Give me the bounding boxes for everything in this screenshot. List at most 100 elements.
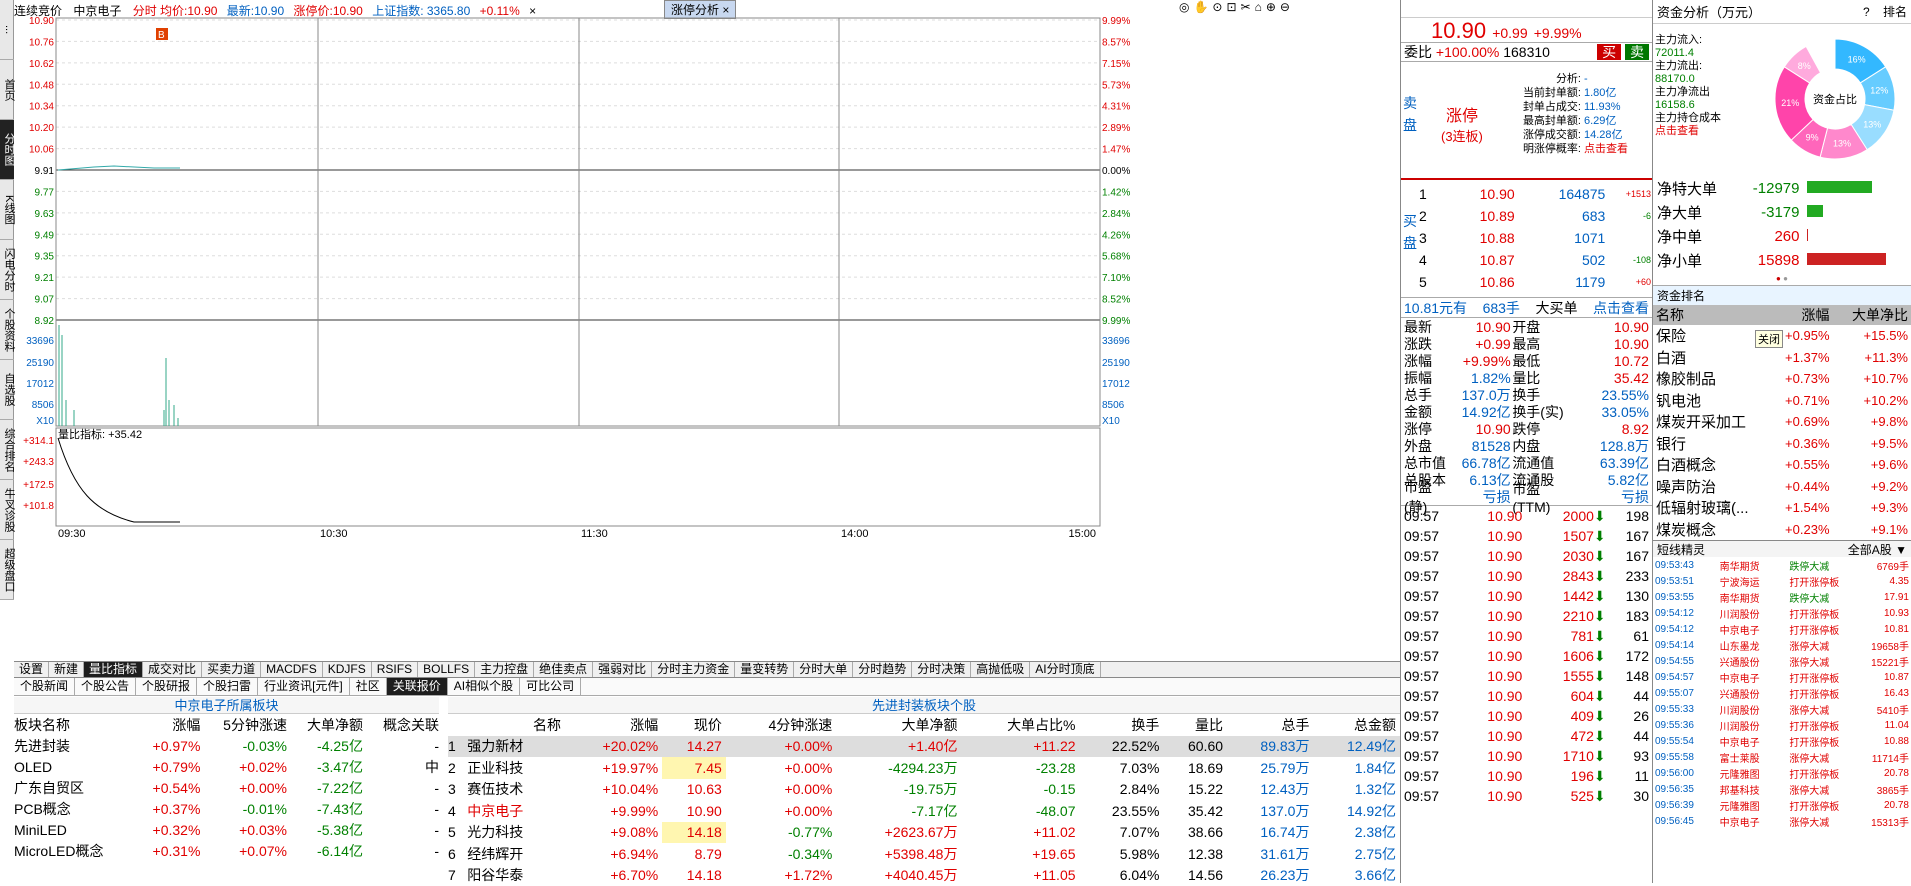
indicator-toolbar[interactable]: 设置新建量比指标成交对比买卖力道MACDFSKDJFSRSIFSBOLLFS主力…	[14, 661, 1400, 678]
indicator-tab[interactable]: 分时主力资金	[652, 662, 735, 677]
tick-list[interactable]: 09:5710.902000⬇19809:5710.901507⬇16709:5…	[1401, 505, 1652, 806]
left-tab-1[interactable]: 首页	[0, 60, 14, 120]
short-row[interactable]: 09:53:55南华期货跌停大减17.91	[1653, 589, 1911, 605]
stock-row[interactable]: 2正业科技+19.97%7.45+0.00%-4294.23万-23.287.0…	[448, 757, 1400, 779]
stock-header[interactable]: 换手	[1080, 714, 1164, 736]
short-row[interactable]: 09:55:07兴通股份打开涨停板16.43	[1653, 685, 1911, 701]
related-tab[interactable]: 个股研报	[136, 678, 197, 695]
left-tab-5[interactable]: 个股资料	[0, 300, 14, 360]
short-row[interactable]: 09:54:57中京电子打开涨停板10.87	[1653, 669, 1911, 685]
related-tab[interactable]: 可比公司	[520, 678, 581, 695]
left-tab-2[interactable]: 分时图	[0, 120, 14, 180]
fund-item-value[interactable]: 点击查看	[1655, 125, 1721, 138]
sector-header[interactable]: 5分钟涨速	[200, 714, 287, 735]
rank-header-cell[interactable]: 涨幅	[1770, 305, 1830, 325]
rank-row[interactable]: 低辐射玻璃(...+1.54%+9.3%	[1653, 497, 1911, 519]
related-tab[interactable]: 个股公告	[75, 678, 136, 695]
bid-row[interactable]: 410.87502-108	[1419, 249, 1651, 271]
rank-row[interactable]: 钒电池+0.71%+10.2%	[1653, 390, 1911, 412]
stock-table[interactable]: 名称涨幅现价4分钟涨速大单净额大单占比%换手量比总手总金额1强力新材+20.02…	[448, 714, 1400, 886]
indicator-tab[interactable]: 高抛低吸	[971, 662, 1030, 677]
short-row[interactable]: 09:54:55兴通股份涨停大减15221手	[1653, 653, 1911, 669]
short-row[interactable]: 09:56:00元隆雅图打开涨停板20.78	[1653, 765, 1911, 781]
stock-row[interactable]: 6经纬辉开+6.94%8.79-0.34%+5398.48万+19.655.98…	[448, 843, 1400, 865]
intraday-chart[interactable]: 连续竞价 中京电子 分时 均价:10.90 最新:10.90 涨停价:10.90…	[14, 0, 1400, 660]
short-row[interactable]: 09:56:39元隆雅图打开涨停板20.78	[1653, 797, 1911, 813]
sector-row[interactable]: MiniLED+0.32%+0.03%-5.38亿-	[14, 819, 439, 840]
short-row[interactable]: 09:53:51宁波海运打开涨停板4.35	[1653, 573, 1911, 589]
short-row[interactable]: 09:55:36川润股份打开涨停板11.04	[1653, 717, 1911, 733]
rank-header-cell[interactable]: 大单净比	[1833, 305, 1908, 325]
sector-table[interactable]: 板块名称涨幅5分钟涨速大单净额概念关联先进封装+0.97%-0.03%-4.25…	[14, 714, 439, 861]
indicator-tab[interactable]: KDJFS	[323, 662, 372, 677]
rank-row[interactable]: 煤炭概念+0.23%+9.1%	[1653, 519, 1911, 541]
stock-header[interactable]: 总金额	[1313, 714, 1400, 736]
rank-row[interactable]: 白酒概念+0.55%+9.6%	[1653, 454, 1911, 476]
left-tab-9[interactable]: 超级盘口	[0, 540, 14, 600]
indicator-tab[interactable]: 主力控盘	[475, 662, 534, 677]
indicator-tab[interactable]: 强弱对比	[593, 662, 652, 677]
indicator-tab[interactable]: 分时决策	[912, 662, 971, 677]
sector-row[interactable]: OLED+0.79%+0.02%-3.47亿中	[14, 756, 439, 777]
analysis-row[interactable]: 明涨停概率:点击查看	[1511, 142, 1628, 156]
stock-header[interactable]: 现价	[662, 714, 726, 736]
left-tab-0[interactable]: ...	[0, 0, 14, 60]
short-row[interactable]: 09:56:35邦基科技涨停大减3865手	[1653, 781, 1911, 797]
bid-book[interactable]: 110.90164875+1513210.89683-6310.88107141…	[1419, 183, 1651, 293]
related-tab[interactable]: 社区	[350, 678, 387, 695]
stock-header[interactable]: 名称	[467, 714, 565, 736]
indicator-tab[interactable]: AI分时顶底	[1030, 662, 1100, 677]
short-row[interactable]: 09:54:12中京电子打开涨停板10.81	[1653, 621, 1911, 637]
rank-row[interactable]: 煤炭开采加工+0.69%+9.8%	[1653, 411, 1911, 433]
sector-header[interactable]: 板块名称	[14, 714, 135, 735]
indicator-tab[interactable]: 分时大单	[794, 662, 853, 677]
help-icon[interactable]: ?	[1863, 5, 1870, 19]
short-row[interactable]: 09:53:43南华期货跌停大减6769手	[1653, 557, 1911, 573]
related-tab[interactable]: 个股扫雷	[197, 678, 258, 695]
bid-row[interactable]: 110.90164875+1513	[1419, 183, 1651, 205]
rank-row[interactable]: 白酒+1.37%+11.3%	[1653, 347, 1911, 369]
left-tab-8[interactable]: 牛叉诊股	[0, 480, 14, 540]
stock-header[interactable]: 大单占比%	[961, 714, 1079, 736]
stock-header[interactable]: 量比	[1163, 714, 1227, 736]
indicator-tab[interactable]: RSIFS	[372, 662, 418, 677]
short-row[interactable]: 09:54:14山东墨龙涨停大减19658手	[1653, 637, 1911, 653]
indicator-tab[interactable]: 新建	[49, 662, 84, 677]
indicator-tab[interactable]: MACDFS	[261, 662, 323, 677]
rank-link[interactable]: 排名	[1883, 5, 1907, 19]
bid-row[interactable]: 310.881071	[1419, 227, 1651, 249]
sector-header[interactable]: 概念关联	[363, 714, 439, 735]
left-tab-3[interactable]: K线图	[0, 180, 14, 240]
left-tab-7[interactable]: 综合排名	[0, 420, 14, 480]
stock-header[interactable]	[448, 714, 467, 736]
related-tabs[interactable]: 个股新闻个股公告个股研报个股扫雷行业资讯[元件]社区关联报价AI相似个股可比公司	[14, 678, 1400, 696]
indicator-tab[interactable]: 绝佳卖点	[534, 662, 593, 677]
stock-row[interactable]: 1强力新材+20.02%14.27+0.00%+1.40亿+11.2222.52…	[448, 736, 1400, 758]
rank-row[interactable]: 银行+0.36%+9.5%	[1653, 433, 1911, 455]
bid-row[interactable]: 510.861179+60	[1419, 271, 1651, 293]
page-dots[interactable]: ● ●	[1653, 274, 1911, 283]
stock-row[interactable]: 3赛伍技术+10.04%10.63+0.00%-19.75万-0.152.84%…	[448, 779, 1400, 801]
short-row[interactable]: 09:55:54中京电子打开涨停板10.88	[1653, 733, 1911, 749]
indicator-tab[interactable]: 量变转势	[735, 662, 794, 677]
related-tab[interactable]: 关联报价	[387, 678, 448, 695]
indicator-tab[interactable]: 成交对比	[143, 662, 202, 677]
indicator-tab[interactable]: 量比指标	[84, 662, 143, 677]
rank-header-cell[interactable]: 名称	[1656, 305, 1766, 325]
stock-row[interactable]: 5光力科技+9.08%14.18-0.77%+2623.67万+11.027.0…	[448, 822, 1400, 844]
rank-row[interactable]: 橡胶制品+0.73%+10.7%	[1653, 368, 1911, 390]
related-tab[interactable]: 行业资讯[元件]	[258, 678, 350, 695]
short-filter[interactable]: 全部A股 ▼	[1848, 541, 1907, 558]
sector-row[interactable]: 先进封装+0.97%-0.03%-4.25亿-	[14, 735, 439, 756]
stock-header[interactable]: 4分钟涨速	[726, 714, 836, 736]
indicator-tab[interactable]: BOLLFS	[418, 662, 475, 677]
short-row[interactable]: 09:55:33川润股份涨停大减5410手	[1653, 701, 1911, 717]
sector-header[interactable]: 大单净额	[287, 714, 363, 735]
indicator-tab[interactable]: 设置	[14, 662, 49, 677]
short-row[interactable]: 09:56:45中京电子涨停大减15313手	[1653, 813, 1911, 829]
sector-row[interactable]: PCB概念+0.37%-0.01%-7.43亿-	[14, 798, 439, 819]
related-tab[interactable]: 个股新闻	[14, 678, 75, 695]
stock-header[interactable]: 涨幅	[565, 714, 662, 736]
sell-button[interactable]: 卖	[1625, 44, 1649, 60]
buy-button[interactable]: 买	[1597, 44, 1621, 60]
